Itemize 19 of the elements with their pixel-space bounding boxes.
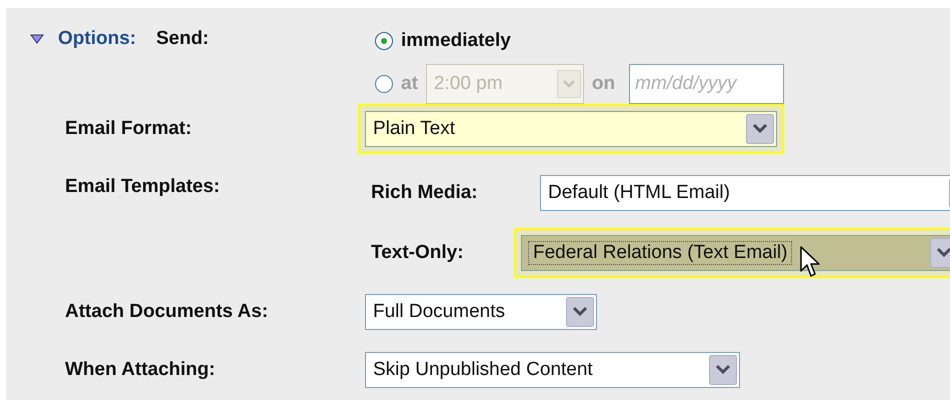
dropdown-select[interactable]: Skip Unpublished Content [365, 352, 740, 388]
expand-triangle-icon[interactable] [30, 34, 44, 44]
field-label: Text-Only: [371, 242, 465, 264]
dropdown-select[interactable]: Plain Text [365, 111, 777, 147]
dropdown-arrow-icon[interactable] [930, 238, 950, 268]
field-label: Email Format: [65, 118, 192, 140]
section-title[interactable]: Options: [58, 28, 136, 50]
radio-label: immediately [401, 30, 511, 52]
field-label: Rich Media: [371, 182, 479, 204]
dropdown-select[interactable]: Full Documents [365, 294, 597, 330]
field-label: Email Templates: [65, 176, 220, 198]
dropdown-select[interactable]: Federal Relations (Text Email) [521, 235, 950, 271]
field-label: Send: [156, 28, 209, 50]
radio-button[interactable] [375, 32, 393, 50]
radio-label: at [401, 73, 418, 95]
joiner-label: on [592, 73, 616, 95]
field-label: Attach Documents As: [65, 301, 268, 323]
field-label: When Attaching: [65, 359, 216, 381]
dropdown-select[interactable]: Default (HTML Email) [540, 175, 950, 211]
